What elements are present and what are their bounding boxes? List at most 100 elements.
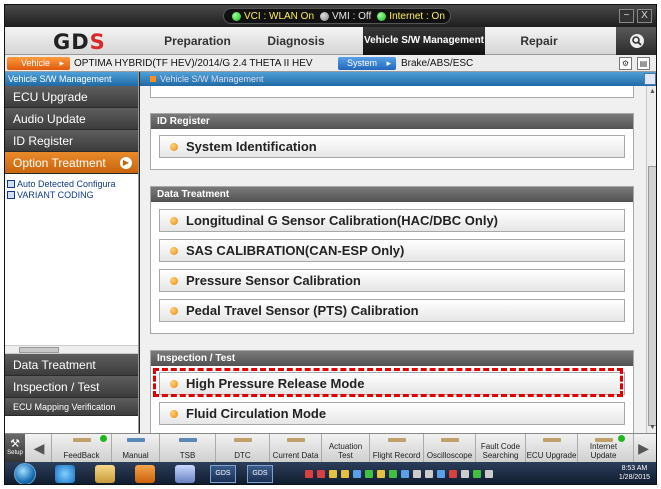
tray-icon[interactable] [461, 470, 469, 478]
close-button[interactable]: X [637, 9, 652, 23]
window-icon[interactable] [644, 73, 656, 85]
scrollbar-thumb[interactable] [19, 347, 59, 353]
sidebar-hscrollbar[interactable] [5, 345, 138, 354]
tray-icon[interactable] [389, 470, 397, 478]
tab-diagnosis[interactable]: Diagnosis [253, 27, 339, 55]
bullet-icon [170, 276, 178, 285]
menu-pressure-sensor-calibration[interactable]: Pressure Sensor Calibration [159, 269, 625, 292]
tree-item-label: Auto Detected Configura [17, 178, 116, 189]
tab-preparation[interactable]: Preparation [155, 27, 240, 55]
search-button[interactable] [616, 27, 656, 55]
network-icon[interactable] [473, 470, 481, 478]
manual-button[interactable]: Manual [111, 434, 159, 463]
sidebar-item-audio-update[interactable]: Audio Update [5, 108, 138, 130]
bullet-icon [170, 216, 178, 225]
content-vscrollbar[interactable]: ▲ ▼ [646, 86, 656, 433]
tray-icon[interactable] [377, 470, 385, 478]
bullet-icon [170, 409, 178, 418]
sidebar-item-ecu-mapping-verification[interactable]: ECU Mapping Verification [5, 398, 138, 416]
menu-system-identification[interactable]: System Identification [159, 135, 625, 158]
toolbar-label: TSB [179, 451, 196, 460]
bullet-icon [170, 142, 178, 151]
sidebar-item-id-register[interactable]: ID Register [5, 130, 138, 152]
toolbar-label: DTC [234, 451, 251, 460]
vci-status: VCI : WLAN On [232, 11, 314, 22]
tray-icon[interactable] [341, 470, 349, 478]
feedback-button[interactable]: FeedBack [51, 434, 111, 463]
tray-icon[interactable] [365, 470, 373, 478]
menu-longitudinal-g-sensor[interactable]: Longitudinal G Sensor Calibration(HAC/DB… [159, 209, 625, 232]
taskbar-clock[interactable]: 8:53 AM 1/28/2015 [619, 464, 650, 482]
logo-mark: S [89, 30, 106, 54]
scroll-up-icon[interactable]: ▲ [647, 86, 656, 97]
menu-fluid-circulation-mode[interactable]: Fluid Circulation Mode [159, 402, 625, 425]
tray-icon[interactable] [413, 470, 421, 478]
fault-code-searching-button[interactable]: Fault Code Searching [475, 434, 525, 463]
menu-sas-calibration[interactable]: SAS CALIBRATION(CAN-ESP Only) [159, 239, 625, 262]
menu-pedal-travel-sensor[interactable]: Pedal Travel Sensor (PTS) Calibration [159, 299, 625, 322]
folder-icon[interactable] [95, 465, 115, 483]
tray-icon[interactable] [449, 470, 457, 478]
sidebar-item-ecu-upgrade[interactable]: ECU Upgrade [5, 86, 138, 108]
tray-icon[interactable] [437, 470, 445, 478]
sidebar-title: Vehicle S/W Management [5, 72, 138, 86]
system-select-button[interactable]: System [338, 57, 396, 70]
chevron-right-icon: ▶ [120, 157, 132, 169]
tray-icon[interactable] [317, 470, 325, 478]
sidebar-item-option-treatment[interactable]: Option Treatment ▶ [5, 152, 138, 174]
tsb-button[interactable]: TSB [159, 434, 215, 463]
vehicle-select-button[interactable]: Vehicle [7, 57, 70, 70]
sidebar-item-data-treatment[interactable]: Data Treatment [5, 354, 138, 376]
tray-icon[interactable] [329, 470, 337, 478]
feedback-icon [72, 438, 91, 442]
actuation-test-button[interactable]: Actuation Test [321, 434, 369, 463]
tree-item-variant-coding[interactable]: VARIANT CODING [7, 189, 136, 200]
current-data-button[interactable]: Current Data [269, 434, 321, 463]
sidebar: Vehicle S/W Management ECU Upgrade Audio… [5, 72, 139, 433]
vehicle-bar: Vehicle OPTIMA HYBRID(TF HEV)/2014/G 2.4… [5, 55, 656, 72]
vci-label: VCI : WLAN On [244, 10, 315, 22]
tab-repair[interactable]: Repair [497, 27, 581, 55]
scroll-right-icon[interactable]: ▶ [633, 434, 653, 463]
section-title: Data Treatment [151, 187, 633, 202]
wrench-icon: ⚒ [10, 438, 20, 450]
sidebar-item-inspection-test[interactable]: Inspection / Test [5, 376, 138, 398]
ecu-upgrade-button[interactable]: ECU Upgrade [525, 434, 577, 463]
section-inspection-test: Inspection / Test High Pressure Release … [150, 350, 634, 433]
scroll-down-icon[interactable]: ▼ [647, 422, 656, 433]
setup-button[interactable]: ⚒ Setup [5, 434, 25, 463]
start-button[interactable] [14, 463, 36, 484]
users-icon[interactable] [175, 465, 195, 483]
internet-update-button[interactable]: Internet Update [577, 434, 629, 463]
tray-icon[interactable] [305, 470, 313, 478]
sidebar-item-label: Option Treatment [13, 156, 106, 170]
minimize-button[interactable]: − [619, 9, 634, 23]
dtc-button[interactable]: DTC [215, 434, 269, 463]
scrollbar-thumb[interactable] [648, 166, 656, 426]
breadcrumb-icon [150, 76, 156, 82]
media-player-icon[interactable] [135, 465, 155, 483]
menu-high-pressure-release-mode[interactable]: High Pressure Release Mode [159, 372, 625, 395]
tray-icon[interactable] [425, 470, 433, 478]
toolbar-label: Flight Record [372, 451, 421, 460]
oscilloscope-button[interactable]: Oscilloscope [423, 434, 475, 463]
scroll-left-icon[interactable]: ◀ [29, 434, 49, 463]
tray-icon[interactable] [401, 470, 409, 478]
vmi-indicator-icon [320, 11, 330, 21]
clock-time: 8:53 AM [621, 465, 648, 472]
settings-icon[interactable]: ⚙ [619, 57, 632, 70]
current-data-icon [286, 438, 305, 442]
tree-item-auto-detected[interactable]: Auto Detected Configura [7, 178, 136, 189]
vehicle-info: OPTIMA HYBRID(TF HEV)/2014/G 2.4 THETA I… [74, 58, 313, 69]
internet-indicator-icon [377, 11, 387, 21]
screenshot-icon[interactable]: ▤ [637, 57, 650, 70]
connection-status: VCI : WLAN On VMI : Off Internet : On [223, 8, 451, 24]
taskbar-app-gds-2[interactable]: GDS [247, 465, 273, 483]
tab-vehicle-sw-management[interactable]: Vehicle S/W Management [363, 27, 485, 55]
taskbar-app-gds[interactable]: GDS [210, 465, 236, 483]
toolbar-label: FeedBack [63, 451, 100, 460]
tray-icon[interactable] [353, 470, 361, 478]
browser-icon[interactable] [55, 465, 75, 483]
flight-record-button[interactable]: Flight Record [369, 434, 423, 463]
volume-icon[interactable] [485, 470, 493, 478]
